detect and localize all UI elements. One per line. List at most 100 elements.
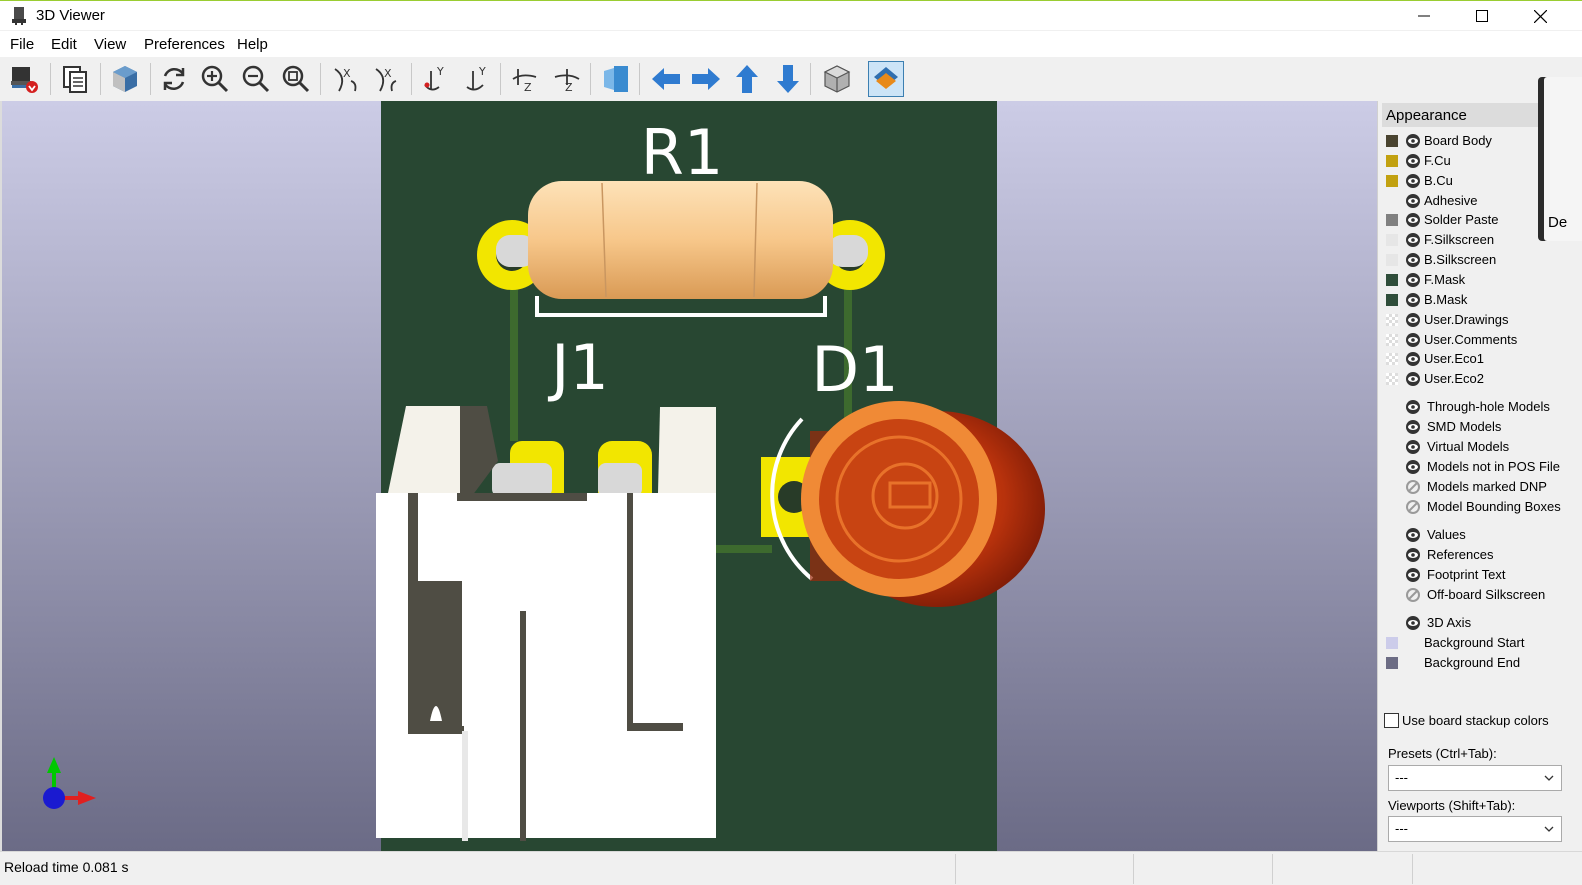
eye-icon[interactable] bbox=[1405, 272, 1421, 288]
app-icon bbox=[12, 7, 26, 25]
3d-viewport[interactable]: R1 J1 D1 bbox=[0, 101, 1377, 851]
eye-icon[interactable] bbox=[1405, 527, 1421, 543]
appearance-row[interactable]: B.Silkscreen bbox=[1384, 250, 1574, 270]
appearance-row[interactable]: Background Start bbox=[1384, 633, 1574, 653]
rotate-x-cw-button[interactable]: X bbox=[329, 61, 365, 97]
eye-hidden-icon[interactable] bbox=[1405, 587, 1421, 603]
rotate-y-cw-button[interactable]: Y bbox=[419, 61, 455, 97]
move-right-button[interactable] bbox=[688, 61, 724, 97]
appearance-row[interactable]: User.Drawings bbox=[1384, 310, 1574, 330]
use-stackup-colors-checkbox[interactable]: Use board stackup colors bbox=[1384, 713, 1549, 728]
orthographic-button[interactable] bbox=[819, 61, 855, 97]
eye-icon[interactable] bbox=[1405, 419, 1421, 435]
appearance-row[interactable]: B.Mask bbox=[1384, 290, 1574, 310]
color-swatch[interactable] bbox=[1386, 234, 1398, 247]
appearance-row-label: F.Cu bbox=[1424, 152, 1451, 168]
rotate-refresh-icon bbox=[163, 67, 185, 91]
eye-hidden-icon[interactable] bbox=[1405, 479, 1421, 495]
menu-edit[interactable]: Edit bbox=[51, 36, 77, 53]
refresh-button[interactable] bbox=[156, 61, 192, 97]
move-left-button[interactable] bbox=[648, 61, 684, 97]
zoom-fit-button[interactable] bbox=[278, 61, 314, 97]
rotate-y-ccw-button[interactable]: Y bbox=[459, 61, 495, 97]
color-swatch[interactable] bbox=[1386, 333, 1398, 346]
svg-text:Y: Y bbox=[478, 65, 486, 78]
color-swatch[interactable] bbox=[1386, 313, 1398, 326]
appearance-row[interactable]: Off-board Silkscreen bbox=[1384, 585, 1574, 605]
color-swatch[interactable] bbox=[1386, 353, 1398, 366]
color-swatch[interactable] bbox=[1386, 373, 1398, 386]
svg-text:Z: Z bbox=[565, 81, 573, 94]
menu-preferences[interactable]: Preferences bbox=[144, 36, 225, 53]
color-swatch[interactable] bbox=[1386, 254, 1398, 267]
flip-board-button[interactable] bbox=[598, 61, 634, 97]
viewports-dropdown[interactable]: --- bbox=[1388, 816, 1562, 842]
color-swatch[interactable] bbox=[1386, 154, 1398, 167]
appearance-row[interactable]: Through-hole Models bbox=[1384, 397, 1574, 417]
eye-icon[interactable] bbox=[1405, 193, 1421, 209]
viewports-label: Viewports (Shift+Tab): bbox=[1388, 798, 1516, 813]
color-swatch[interactable] bbox=[1386, 135, 1398, 147]
eye-icon[interactable] bbox=[1405, 399, 1421, 415]
zoom-in-button[interactable] bbox=[197, 61, 233, 97]
minimize-button[interactable] bbox=[1395, 1, 1453, 31]
appearance-row[interactable]: Models marked DNP bbox=[1384, 477, 1574, 497]
presets-dropdown[interactable]: --- bbox=[1388, 765, 1562, 791]
appearance-row[interactable]: Values bbox=[1384, 525, 1574, 545]
eye-icon[interactable] bbox=[1405, 459, 1421, 475]
color-swatch[interactable] bbox=[1386, 293, 1398, 306]
color-swatch[interactable] bbox=[1386, 637, 1398, 649]
layers-manager-button[interactable] bbox=[868, 61, 904, 97]
appearance-row[interactable]: Model Bounding Boxes bbox=[1384, 497, 1574, 517]
appearance-row[interactable]: Footprint Text bbox=[1384, 565, 1574, 585]
appearance-row[interactable]: 3D Axis bbox=[1384, 613, 1574, 633]
eye-icon[interactable] bbox=[1405, 615, 1421, 631]
appearance-row[interactable]: User.Comments bbox=[1384, 330, 1574, 350]
svg-text:X: X bbox=[343, 67, 351, 80]
appearance-row[interactable]: Models not in POS File bbox=[1384, 457, 1574, 477]
eye-icon[interactable] bbox=[1405, 133, 1421, 149]
eye-icon[interactable] bbox=[1405, 232, 1421, 248]
move-down-button[interactable] bbox=[770, 61, 806, 97]
menu-file[interactable]: File bbox=[10, 36, 34, 53]
rotate-z-ccw-button[interactable]: Z bbox=[549, 61, 585, 97]
eye-icon[interactable] bbox=[1405, 173, 1421, 189]
rotate-x-ccw-button[interactable]: X bbox=[370, 61, 406, 97]
rotate-z-cw-button[interactable]: Z bbox=[508, 61, 544, 97]
checkbox-box[interactable] bbox=[1384, 713, 1399, 728]
color-swatch[interactable] bbox=[1386, 273, 1398, 286]
color-swatch[interactable] bbox=[1386, 174, 1398, 187]
eye-icon[interactable] bbox=[1405, 351, 1421, 367]
close-icon bbox=[1533, 9, 1547, 23]
eye-icon[interactable] bbox=[1405, 439, 1421, 455]
menu-view[interactable]: View bbox=[94, 36, 126, 53]
eye-icon[interactable] bbox=[1405, 212, 1421, 228]
maximize-button[interactable] bbox=[1453, 1, 1511, 31]
appearance-row[interactable]: Background End bbox=[1384, 653, 1574, 673]
raytrace-button[interactable] bbox=[107, 61, 143, 97]
appearance-row[interactable]: Virtual Models bbox=[1384, 437, 1574, 457]
move-up-button[interactable] bbox=[729, 61, 765, 97]
eye-icon[interactable] bbox=[1405, 252, 1421, 268]
appearance-row[interactable]: F.Mask bbox=[1384, 270, 1574, 290]
eye-icon[interactable] bbox=[1405, 371, 1421, 387]
appearance-row[interactable]: User.Eco1 bbox=[1384, 349, 1574, 369]
close-button[interactable] bbox=[1511, 1, 1569, 31]
eye-icon[interactable] bbox=[1405, 312, 1421, 328]
copy-image-button[interactable] bbox=[57, 61, 93, 97]
eye-icon[interactable] bbox=[1405, 292, 1421, 308]
move-up-icon bbox=[736, 65, 758, 93]
eye-icon[interactable] bbox=[1405, 332, 1421, 348]
menu-help[interactable]: Help bbox=[237, 36, 268, 53]
appearance-row[interactable]: User.Eco2 bbox=[1384, 369, 1574, 389]
color-swatch[interactable] bbox=[1386, 214, 1398, 227]
color-swatch[interactable] bbox=[1386, 657, 1398, 669]
appearance-row[interactable]: References bbox=[1384, 545, 1574, 565]
eye-icon[interactable] bbox=[1405, 547, 1421, 563]
eye-icon[interactable] bbox=[1405, 567, 1421, 583]
eye-icon[interactable] bbox=[1405, 153, 1421, 169]
reload-board-button[interactable] bbox=[6, 61, 42, 97]
zoom-out-button[interactable] bbox=[238, 61, 274, 97]
eye-hidden-icon[interactable] bbox=[1405, 499, 1421, 515]
appearance-row[interactable]: SMD Models bbox=[1384, 417, 1574, 437]
